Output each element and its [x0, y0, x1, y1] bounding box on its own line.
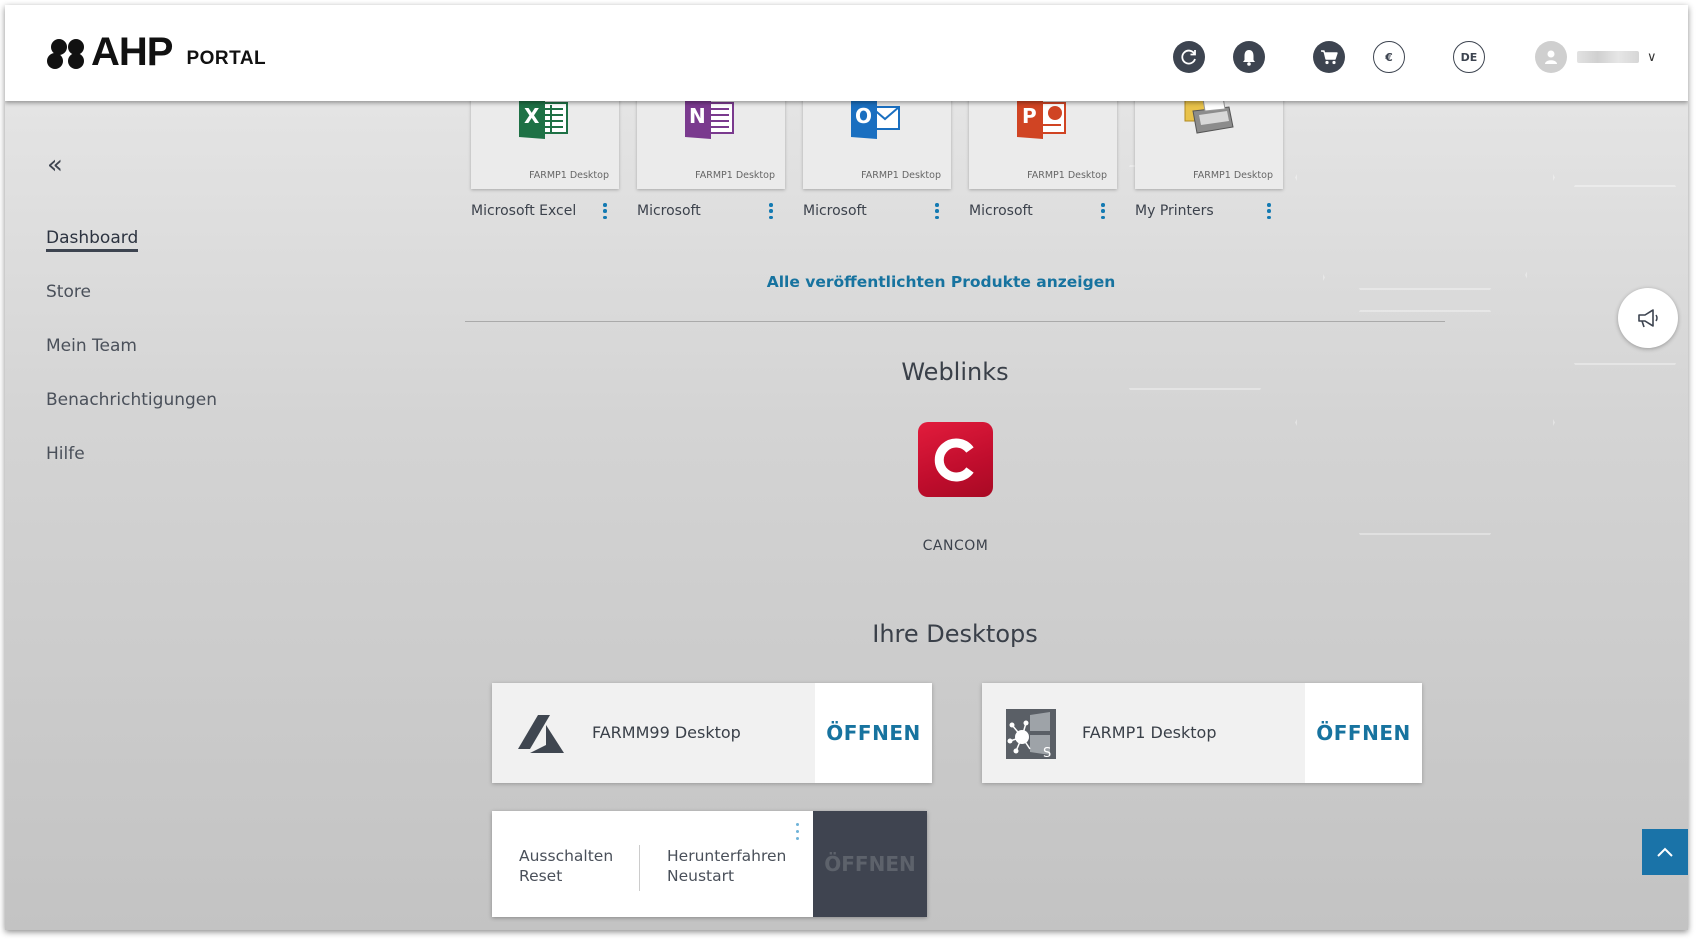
azure-icon	[518, 715, 564, 753]
bell-icon[interactable]	[1233, 41, 1265, 73]
show-all-products-link[interactable]: Alle veröffentlichten Produkte anzeigen	[465, 273, 1417, 291]
desktop-card: FARMM99 Desktop ÖFFNEN	[492, 683, 932, 783]
collapse-sidebar-icon[interactable]: «	[47, 152, 63, 178]
currency-button[interactable]: €	[1373, 41, 1405, 73]
open-desktop-button-disabled[interactable]: ÖFFNEN	[813, 811, 927, 917]
cart-icon[interactable]	[1313, 41, 1345, 73]
sidebar-item-store[interactable]: Store	[46, 282, 91, 302]
powerpoint-icon: P	[1017, 97, 1066, 139]
language-button[interactable]: DE	[1453, 41, 1485, 73]
scroll-to-top-button[interactable]	[1642, 829, 1688, 875]
username-redacted	[1577, 51, 1639, 63]
app-name[interactable]: Microsoft	[637, 203, 701, 219]
sidebar-item-team[interactable]: Mein Team	[46, 336, 137, 356]
app-source: FARMP1 Desktop	[861, 170, 941, 181]
restart-action[interactable]: Neustart	[667, 867, 734, 885]
top-header: AHP PORTAL € DE ∨	[5, 5, 1688, 101]
open-desktop-button[interactable]: ÖFFNEN	[815, 683, 932, 783]
chevron-down-icon: ∨	[1647, 49, 1657, 65]
svg-text:N: N	[689, 104, 706, 128]
app-source: FARMP1 Desktop	[695, 170, 775, 181]
chevron-up-icon	[1657, 847, 1673, 857]
printer-icon	[1184, 97, 1234, 134]
desktop-name: FARMP1 Desktop	[1082, 723, 1217, 742]
ahp-portal-logo[interactable]: AHP PORTAL	[47, 30, 267, 74]
open-desktop-button[interactable]: ÖFFNEN	[1305, 683, 1422, 783]
feedback-megaphone-icon[interactable]	[1618, 288, 1678, 348]
sidebar-item-dashboard[interactable]: Dashboard	[46, 228, 139, 252]
app-menu-icon[interactable]	[1100, 203, 1106, 219]
desktops-title: Ihre Desktops	[872, 620, 1038, 648]
weblinks-title: Weblinks	[901, 358, 1009, 386]
user-menu[interactable]: ∨	[1535, 41, 1657, 73]
svg-text:O: O	[855, 104, 872, 128]
cancom-icon[interactable]	[918, 422, 993, 497]
shutdown-graceful-action[interactable]: Herunterfahren	[667, 847, 786, 865]
svg-text:X: X	[524, 104, 540, 128]
app-menu-icon[interactable]	[1266, 203, 1272, 219]
sidebar-item-notifications[interactable]: Benachrichtigungen	[46, 390, 217, 410]
app-window: X FARMP1 Desktop N FARMP1 Desktop O FARM…	[5, 5, 1688, 930]
desktop-actions-card: Ausschalten Reset Herunterfahren Neustar…	[492, 811, 927, 917]
windows-server-icon: S	[1006, 709, 1056, 759]
sidebar-item-help[interactable]: Hilfe	[46, 444, 85, 464]
app-menu-icon[interactable]	[768, 203, 774, 219]
excel-icon: X	[519, 97, 568, 139]
weblink-label[interactable]: CANCOM	[865, 538, 1046, 554]
app-source: FARMP1 Desktop	[1193, 170, 1273, 181]
outlook-icon: O	[851, 97, 900, 139]
logo-subtext: PORTAL	[186, 48, 267, 69]
app-name[interactable]: Microsoft Excel	[471, 203, 576, 219]
reset-action[interactable]: Reset	[519, 867, 562, 885]
app-name[interactable]: My Printers	[1135, 203, 1214, 219]
shutdown-action[interactable]: Ausschalten	[519, 847, 613, 865]
actions-divider	[639, 845, 640, 891]
svg-text:S: S	[1043, 746, 1051, 759]
app-menu-icon[interactable]	[602, 203, 608, 219]
app-name[interactable]: Microsoft	[969, 203, 1033, 219]
onenote-icon: N	[685, 97, 734, 139]
app-source: FARMP1 Desktop	[1027, 170, 1107, 181]
decor-hexagon	[1295, 310, 1555, 535]
section-divider	[465, 321, 1445, 322]
app-name[interactable]: Microsoft	[803, 203, 867, 219]
desktop-card: S FARMP1 Desktop ÖFFNEN	[982, 683, 1422, 783]
desktop-name: FARMM99 Desktop	[592, 723, 741, 742]
svg-text:P: P	[1022, 104, 1037, 128]
logo-text: AHP	[91, 30, 173, 74]
card-menu-icon[interactable]	[794, 823, 800, 840]
app-menu-icon[interactable]	[934, 203, 940, 219]
avatar	[1535, 41, 1567, 73]
logo-dots-icon	[47, 39, 85, 69]
app-source: FARMP1 Desktop	[529, 170, 609, 181]
refresh-icon[interactable]	[1173, 41, 1205, 73]
